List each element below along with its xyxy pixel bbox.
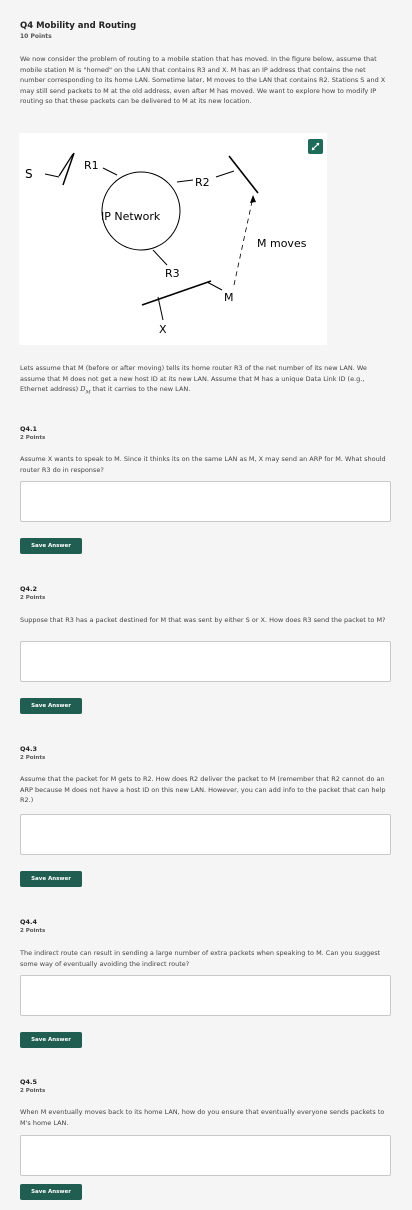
q4-5-save-button[interactable]: Save Answer [20,1184,82,1200]
q4-1-answer-field[interactable] [20,481,391,522]
s-link [58,153,74,177]
q4-3-answer-field[interactable] [20,814,391,855]
x-link [157,296,164,321]
question-page: Q4 Mobility and Routing 10 Points We now… [0,0,412,1210]
q4-3-text: Assume that the packet for M gets to R2.… [20,775,386,804]
question-title: Q4 Mobility and Routing [20,21,137,31]
label-r1: R1 [84,159,99,172]
network-diagram: S R1 IP Network R2 M moves R3 M X [25,152,307,336]
q4-4-save-button[interactable]: Save Answer [20,1032,82,1048]
q4-5-title: Q4.5 [20,1078,38,1086]
q4-3-title: Q4.3 [20,745,38,753]
q4-5-answer-field[interactable] [20,1135,391,1176]
q4-4-points: 2 Points [20,928,46,934]
r1-network-link [102,167,118,176]
m-move-arrowhead [250,195,256,203]
r2-network-link [176,179,194,183]
network-figure: S R1 IP Network R2 M moves R3 M X [19,133,327,345]
label-ip-network: IP Network [101,210,161,223]
q4-4-title: Q4.4 [20,918,38,926]
q4-3-save-button[interactable]: Save Answer [20,871,82,887]
q4-2-save-button[interactable]: Save Answer [20,698,82,714]
q4-1-save-button[interactable]: Save Answer [20,538,82,554]
label-m-moves: M moves [257,237,307,250]
q4-4-answer-field[interactable] [20,975,391,1016]
q4-5-points: 2 Points [20,1088,46,1094]
q4-1-title: Q4.1 [20,425,38,433]
m-link [206,281,223,291]
label-r2: R2 [195,176,210,189]
m-move-path [233,196,254,286]
r1-lan-line [62,152,75,186]
r2-lan-line [228,155,259,194]
s-connector [44,173,60,178]
r3-lan-line [141,280,212,306]
q4-2-answer-field[interactable] [20,641,391,682]
q4-2-points: 2 Points [20,595,46,601]
q4-4-text: The indirect route can result in sending… [20,949,381,968]
expand-icon[interactable] [308,139,323,154]
assumption-part1: Lets assume that M (before or after movi… [20,364,367,393]
q4-1-text: Assume X wants to speak to M. Since it t… [20,455,386,474]
label-x: X [159,323,167,336]
r3-network-link [152,249,168,266]
expand-arrows [311,142,320,151]
assumption-part2: that it carries to the new LAN. [90,385,191,393]
label-m: M [224,291,234,304]
q4-2-title: Q4.2 [20,585,38,593]
assumption-text: Lets assume that M (before or after movi… [20,363,392,398]
q4-5-text: When M eventually moves back to its home… [20,1108,385,1127]
label-r3: R3 [165,267,180,280]
q4-2-text: Suppose that R3 has a packet destined fo… [20,616,386,624]
q4-3-points: 2 Points [20,755,46,761]
label-s: S [25,167,33,181]
q4-1-points: 2 Points [20,435,46,441]
dm-symbol: DM [80,385,90,395]
question-points: 10 Points [20,33,52,40]
question-intro: We now consider the problem of routing t… [20,55,386,105]
r2-lan-link [215,170,235,178]
